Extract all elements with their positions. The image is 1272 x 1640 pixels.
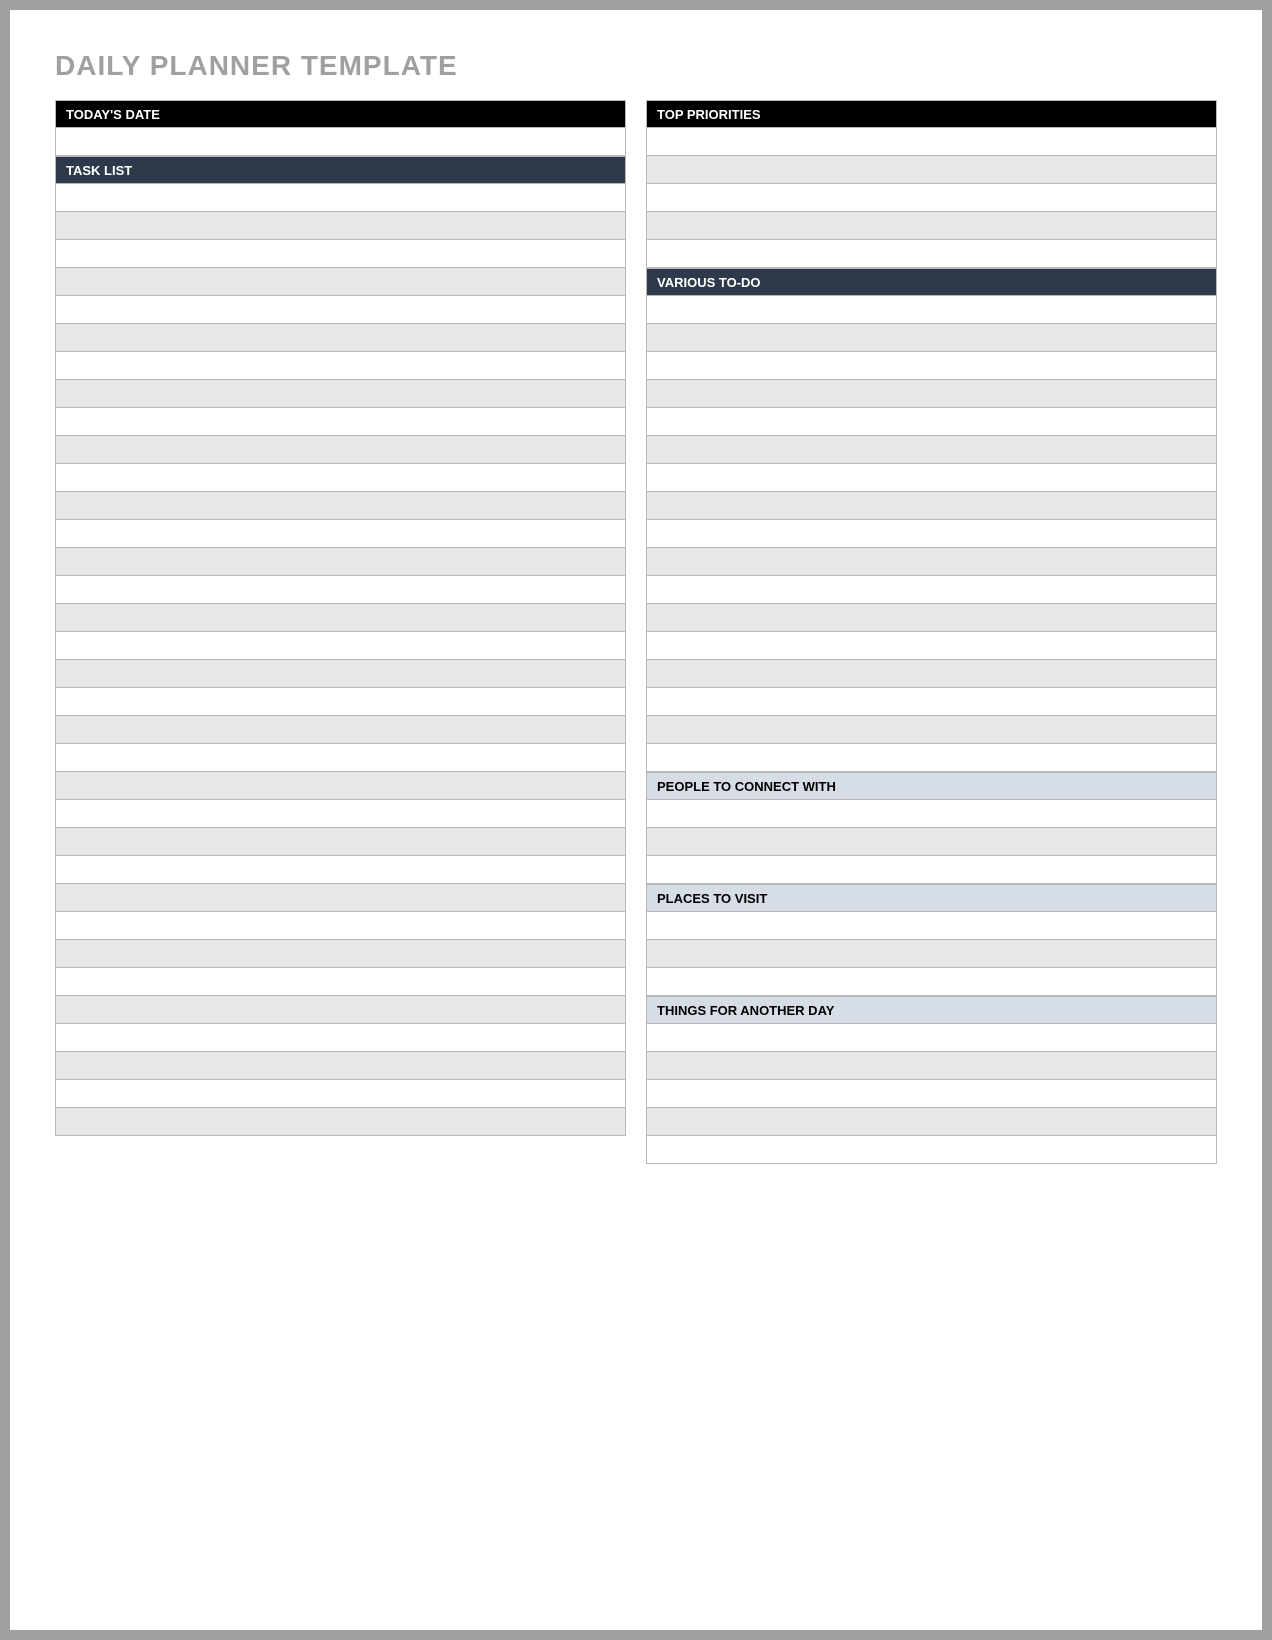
another-input-row[interactable] <box>646 1108 1217 1136</box>
another-rows <box>646 1024 1217 1164</box>
task-input-row[interactable] <box>55 1052 626 1080</box>
places-input-row[interactable] <box>646 968 1217 996</box>
task-input-row[interactable] <box>55 380 626 408</box>
another-input-row[interactable] <box>646 1052 1217 1080</box>
another-day-header: THINGS FOR ANOTHER DAY <box>646 996 1217 1024</box>
todo-input-row[interactable] <box>646 408 1217 436</box>
todo-input-row[interactable] <box>646 380 1217 408</box>
task-input-row[interactable] <box>55 324 626 352</box>
todo-input-row[interactable] <box>646 296 1217 324</box>
another-input-row[interactable] <box>646 1136 1217 1164</box>
todo-input-row[interactable] <box>646 492 1217 520</box>
task-input-row[interactable] <box>55 884 626 912</box>
task-input-row[interactable] <box>55 660 626 688</box>
task-input-row[interactable] <box>55 632 626 660</box>
todo-input-row[interactable] <box>646 548 1217 576</box>
task-input-row[interactable] <box>55 772 626 800</box>
right-column: TOP PRIORITIES VARIOUS TO-DO PEOPLE TO C… <box>646 100 1217 1164</box>
todo-input-row[interactable] <box>646 352 1217 380</box>
task-input-row[interactable] <box>55 464 626 492</box>
todo-rows <box>646 296 1217 772</box>
date-rows <box>55 128 626 156</box>
task-input-row[interactable] <box>55 828 626 856</box>
todo-input-row[interactable] <box>646 464 1217 492</box>
task-input-row[interactable] <box>55 856 626 884</box>
priority-input-row[interactable] <box>646 156 1217 184</box>
task-input-row[interactable] <box>55 576 626 604</box>
columns-container: TODAY'S DATE TASK LIST TOP PRIORITIES VA… <box>55 100 1217 1164</box>
places-input-row[interactable] <box>646 912 1217 940</box>
task-input-row[interactable] <box>55 996 626 1024</box>
task-input-row[interactable] <box>55 800 626 828</box>
task-list-header: TASK LIST <box>55 156 626 184</box>
priority-input-row[interactable] <box>646 240 1217 268</box>
task-input-row[interactable] <box>55 436 626 464</box>
todo-input-row[interactable] <box>646 576 1217 604</box>
places-rows <box>646 912 1217 996</box>
another-input-row[interactable] <box>646 1080 1217 1108</box>
task-input-row[interactable] <box>55 716 626 744</box>
task-input-row[interactable] <box>55 688 626 716</box>
todo-input-row[interactable] <box>646 324 1217 352</box>
todo-input-row[interactable] <box>646 660 1217 688</box>
task-input-row[interactable] <box>55 520 626 548</box>
task-input-row[interactable] <box>55 1108 626 1136</box>
people-input-row[interactable] <box>646 800 1217 828</box>
task-input-row[interactable] <box>55 968 626 996</box>
places-input-row[interactable] <box>646 940 1217 968</box>
people-connect-header: PEOPLE TO CONNECT WITH <box>646 772 1217 800</box>
todo-input-row[interactable] <box>646 744 1217 772</box>
places-visit-header: PLACES TO VISIT <box>646 884 1217 912</box>
priority-input-row[interactable] <box>646 212 1217 240</box>
task-input-row[interactable] <box>55 184 626 212</box>
task-input-row[interactable] <box>55 940 626 968</box>
task-input-row[interactable] <box>55 912 626 940</box>
task-input-row[interactable] <box>55 240 626 268</box>
date-input-row[interactable] <box>55 128 626 156</box>
task-input-row[interactable] <box>55 1024 626 1052</box>
task-input-row[interactable] <box>55 268 626 296</box>
priority-input-row[interactable] <box>646 128 1217 156</box>
todo-input-row[interactable] <box>646 632 1217 660</box>
task-input-row[interactable] <box>55 296 626 324</box>
people-input-row[interactable] <box>646 856 1217 884</box>
top-priorities-header: TOP PRIORITIES <box>646 100 1217 128</box>
people-input-row[interactable] <box>646 828 1217 856</box>
planner-page: DAILY PLANNER TEMPLATE TODAY'S DATE TASK… <box>10 10 1262 1630</box>
task-input-row[interactable] <box>55 604 626 632</box>
another-input-row[interactable] <box>646 1024 1217 1052</box>
todays-date-header: TODAY'S DATE <box>55 100 626 128</box>
page-title: DAILY PLANNER TEMPLATE <box>55 50 1217 82</box>
priorities-rows <box>646 128 1217 268</box>
todo-input-row[interactable] <box>646 688 1217 716</box>
people-rows <box>646 800 1217 884</box>
task-input-row[interactable] <box>55 548 626 576</box>
todo-input-row[interactable] <box>646 520 1217 548</box>
task-input-row[interactable] <box>55 212 626 240</box>
tasklist-rows <box>55 184 626 1136</box>
todo-input-row[interactable] <box>646 604 1217 632</box>
task-input-row[interactable] <box>55 492 626 520</box>
left-column: TODAY'S DATE TASK LIST <box>55 100 626 1164</box>
task-input-row[interactable] <box>55 408 626 436</box>
todo-input-row[interactable] <box>646 436 1217 464</box>
various-todo-header: VARIOUS TO-DO <box>646 268 1217 296</box>
task-input-row[interactable] <box>55 352 626 380</box>
task-input-row[interactable] <box>55 744 626 772</box>
todo-input-row[interactable] <box>646 716 1217 744</box>
task-input-row[interactable] <box>55 1080 626 1108</box>
priority-input-row[interactable] <box>646 184 1217 212</box>
